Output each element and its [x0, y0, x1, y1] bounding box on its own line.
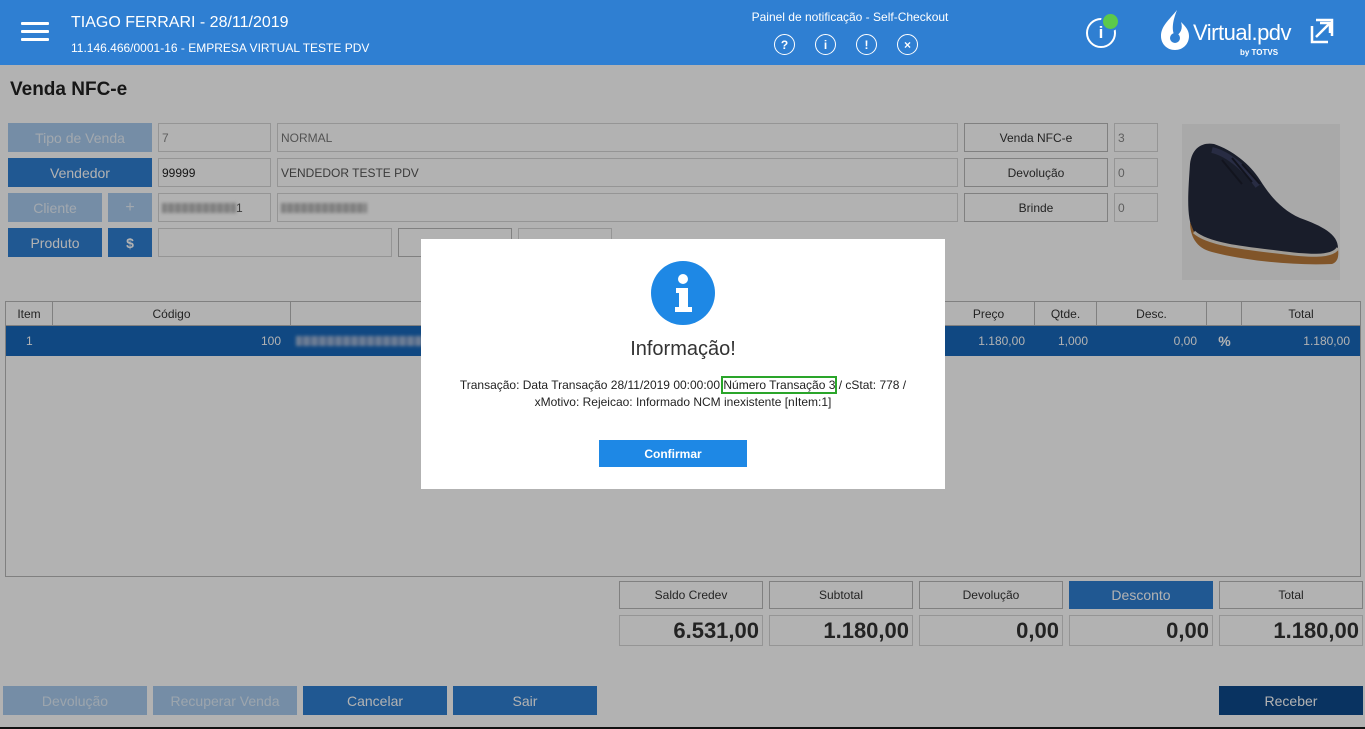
logo-drop-icon — [1161, 10, 1189, 50]
alert-icon[interactable]: ! — [856, 34, 877, 55]
online-status-dot — [1101, 12, 1120, 31]
dialog-title: Informação! — [630, 338, 736, 360]
notification-panel-title: Painel de notificação - Self-Checkout — [751, 10, 949, 24]
close-circle-icon[interactable]: × — [897, 34, 918, 55]
dialog-message: Transação: Data Transação 28/11/2019 00:… — [437, 376, 929, 411]
message-text: Transação: Data Transação 28/11/2019 00:… — [459, 378, 724, 392]
company-name: 11.146.466/0001-16 - EMPRESA VIRTUAL TES… — [71, 41, 370, 55]
logo-text: Virtual.pdv — [1193, 20, 1292, 45]
top-header-bar: TIAGO FERRARI - 28/11/2019 11.146.466/00… — [0, 0, 1365, 65]
user-title: TIAGO FERRARI - 28/11/2019 — [71, 14, 289, 31]
logo-subtext: by TOTVS — [1240, 48, 1279, 57]
virtualpdv-logo: Virtual.pdv by TOTVS — [1155, 8, 1295, 60]
transaction-number-highlight: Número Transação 3 — [721, 376, 838, 394]
confirm-button[interactable]: Confirmar — [599, 440, 747, 467]
info-glyph-icon — [675, 274, 692, 312]
menu-icon[interactable] — [21, 22, 49, 42]
info-icon — [651, 261, 715, 325]
info-icon[interactable]: i — [815, 34, 836, 55]
help-icon[interactable]: ? — [774, 34, 795, 55]
expand-window-icon[interactable] — [1306, 16, 1336, 46]
notification-icons: ? i ! × — [774, 34, 918, 55]
information-dialog: Informação! Transação: Data Transação 28… — [421, 239, 945, 489]
